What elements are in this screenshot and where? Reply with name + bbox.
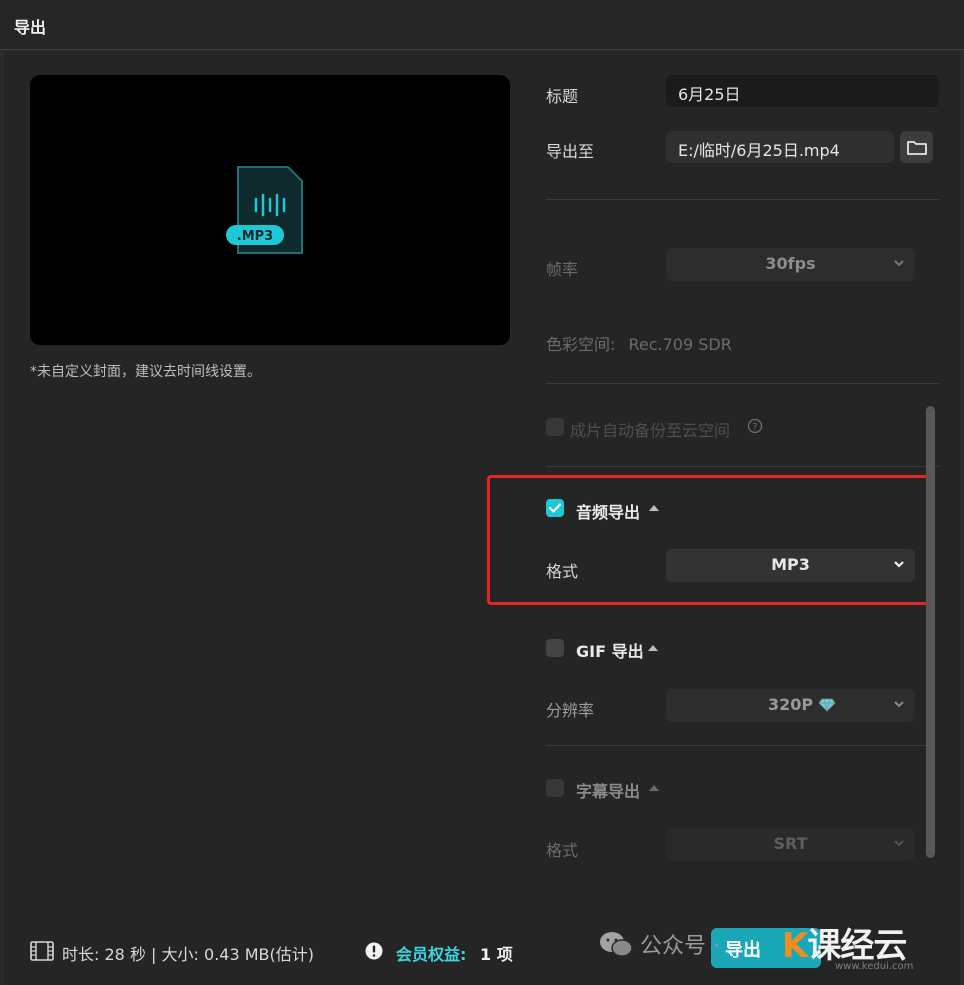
chevron-down-icon [894,840,904,847]
audio-file-icon: .MP3 [226,166,303,254]
gif-resolution-value: 320P [767,695,814,714]
folder-icon [906,141,927,155]
collapse-caret-icon[interactable] [649,785,659,791]
subtitle-format-select[interactable]: SRT [666,828,915,861]
svg-text:?: ? [753,423,758,433]
size-value: 0.43 MB [204,945,270,964]
subtitle-format-label: 格式 [546,841,579,860]
vip-count: 1 项 [479,945,513,964]
subtitle-export-title[interactable]: 字幕导出 [576,778,640,802]
highlight-box [487,475,933,605]
framerate-select[interactable]: 30fps [666,248,915,281]
gif-export-checkbox[interactable] [546,639,564,657]
settings-scrollbar[interactable] [926,406,935,858]
brand-url: www.kedui.com [835,961,914,972]
title-bar: 导出 [0,0,964,50]
export-to-label: 导出至 [546,142,595,161]
window-title: 导出 [14,18,47,37]
gif-resolution-select[interactable]: 320P [666,689,915,722]
export-path-input[interactable]: E:/临时/6月25日.mp4 [666,131,894,163]
brand-name: 课经云 [807,926,907,966]
colorspace-value: Rec.709 SDR [628,335,732,354]
help-icon[interactable]: ? [747,418,763,434]
film-icon [30,941,54,961]
duration-value: 28 秒 [104,945,146,964]
cover-note: *未自定义封面，建议去时间线设置。 [30,364,261,380]
divider [546,466,940,467]
chevron-down-icon [894,260,904,267]
wechat-icon [600,932,633,957]
framerate-value: 30fps [765,254,816,273]
brand-mark: K [782,926,808,966]
size-estimate: (估计) [269,945,315,964]
separator: | [151,945,157,964]
cloud-backup-checkbox[interactable] [546,418,564,436]
title-input[interactable]: 6月25日 [666,75,939,107]
colorspace-row: 色彩空间: Rec.709 SDR [546,331,732,355]
gif-export-title[interactable]: GIF 导出 [576,638,644,662]
watermark: 公众号 · [598,928,720,960]
divider [546,745,926,746]
cloud-backup-label: 成片自动备份至云空间 [570,421,731,440]
alert-icon[interactable] [365,942,383,960]
duration-label: 时长: [62,945,100,964]
vip-benefits[interactable]: 会员权益: 1 项 [396,941,513,965]
divider [546,383,940,384]
browse-folder-button[interactable] [900,131,933,163]
vip-diamond-icon [818,698,836,712]
size-label: 大小: [161,945,199,964]
divider [546,199,940,200]
subtitle-export-checkbox[interactable] [546,779,564,797]
brand-logo: K课经云 [782,918,907,967]
framerate-label: 帧率 [546,260,579,279]
file-badge-text: .MP3 [237,229,273,244]
watermark-text: 公众号 · [640,934,720,959]
colorspace-label: 色彩空间: [546,335,616,354]
vip-label: 会员权益: [396,945,467,964]
export-summary: 时长: 28 秒 | 大小: 0.43 MB(估计) [62,941,314,965]
title-label: 标题 [546,87,579,106]
collapse-caret-icon[interactable] [648,645,658,651]
chevron-down-icon [894,701,904,708]
subtitle-format-value: SRT [773,834,808,853]
gif-resolution-label: 分辨率 [546,701,595,720]
